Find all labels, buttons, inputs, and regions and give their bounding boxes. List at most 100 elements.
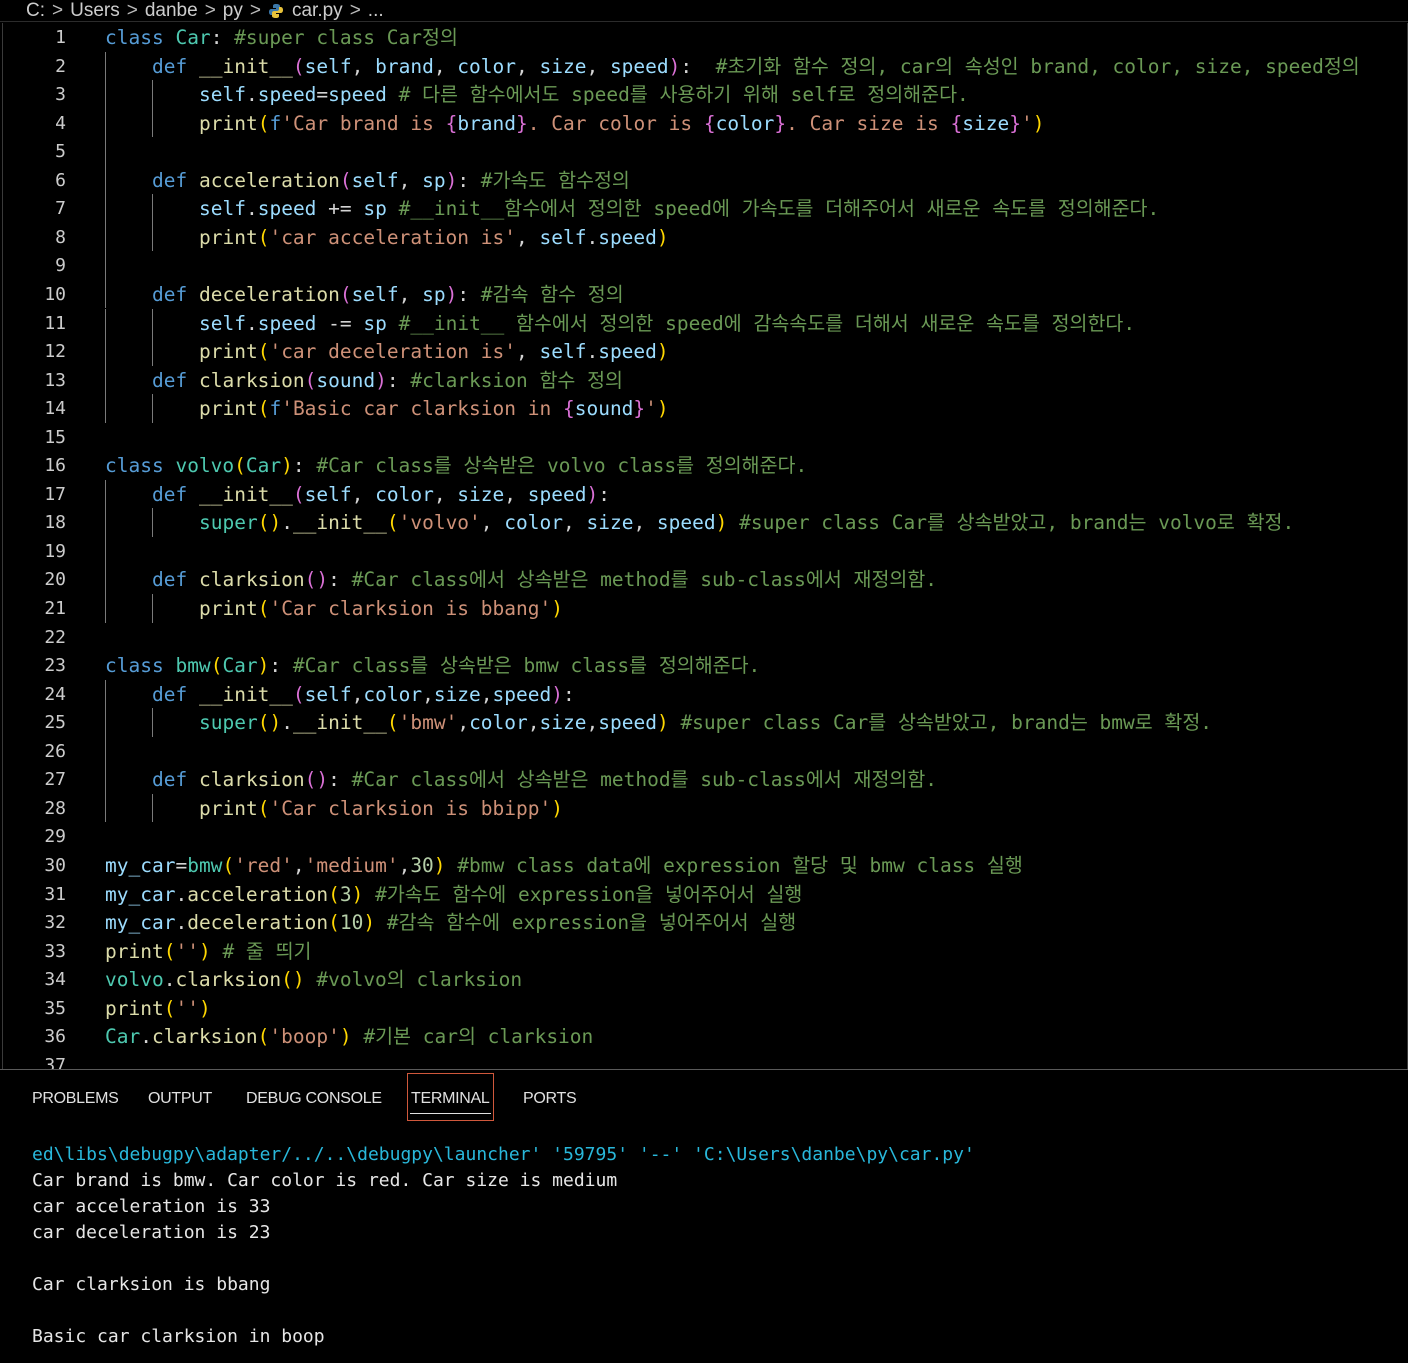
code-line[interactable]: 7 self.speed += sp #__init__함수에서 정의한 spee… — [3, 194, 1407, 223]
code-line[interactable]: 31 my_car.acceleration(3) #가속도 함수에 expres… — [3, 880, 1407, 908]
code-line[interactable]: 37 — [3, 1051, 1407, 1069]
indent-guide — [152, 194, 153, 223]
code-line[interactable]: 19 — [3, 536, 1407, 566]
code-line[interactable]: 21 print('Car clarksion is bbang') — [3, 594, 1407, 623]
tab-problems[interactable]: PROBLEMS — [32, 1088, 119, 1112]
code-line[interactable]: 5 — [3, 137, 1407, 166]
indent-guide — [105, 479, 106, 509]
indent-guide — [152, 308, 153, 338]
code-text: my_car.deceleration(10) #감속 함수에 expressi… — [105, 911, 797, 935]
code-line[interactable]: 14 print(f'Basic car clarksion in {sound}… — [3, 394, 1407, 423]
code-line[interactable]: 30 my_car=bmw('red','medium',30) #bmw cla… — [3, 851, 1407, 879]
breadcrumb-danbe[interactable]: danbe — [145, 0, 198, 22]
breadcrumb-separator: > — [349, 0, 361, 21]
indent-guide — [105, 337, 106, 366]
code-line[interactable]: 3 self.speed=speed # 다른 함수에서도 speed를 사용하기… — [3, 80, 1407, 109]
breadcrumb-users[interactable]: Users — [70, 0, 120, 22]
code-line[interactable]: 11 self.speed -= sp #__init__ 함수에서 정의한 sp… — [3, 308, 1407, 338]
line-number: 35 — [44, 997, 66, 1019]
code-line[interactable]: 13 def clarksion(sound): #clarksion 함수 정의 — [3, 365, 1407, 395]
code-line[interactable]: 27 def clarksion(): #Car class에서 상속받은 met… — [3, 765, 1407, 794]
line-number: 26 — [44, 740, 66, 762]
code-line[interactable]: 22 — [3, 623, 1407, 651]
terminal-line: Car brand is bmw. Car color is red. Car … — [32, 1170, 618, 1191]
code-line[interactable]: 26 — [3, 736, 1407, 766]
code-text: def __init__(self, color, size, speed): — [152, 482, 610, 506]
breadcrumb-separator: > — [126, 0, 138, 21]
code-text: def deceleration(self, sp): #감속 함수 정의 — [152, 282, 624, 306]
code-line[interactable]: 33 print('') # 줄 띄기 — [3, 937, 1407, 965]
line-number: 3 — [55, 84, 66, 106]
code-line[interactable]: 34 volvo.clarksion() #volvo의 clarksion — [3, 965, 1407, 993]
code-line[interactable]: 6 def acceleration(self, sp): #가속도 함수정의 — [3, 165, 1407, 195]
tab-debug-console[interactable]: DEBUG CONSOLE — [246, 1088, 382, 1112]
code-line[interactable]: 35 print('') — [3, 994, 1407, 1022]
code-line[interactable]: 2 def __init__(self, brand, color, size, … — [3, 51, 1407, 81]
line-number: 7 — [55, 198, 66, 220]
tab-ports[interactable]: PORTS — [523, 1088, 577, 1112]
terminal-line: Basic car clarksion in boop — [32, 1326, 325, 1347]
code-line[interactable]: 8 print('car acceleration is', self.speed… — [3, 222, 1407, 252]
code-line[interactable]: 18 super().__init__('volvo', color, size,… — [3, 508, 1407, 537]
code-line[interactable]: 20 def clarksion(): #Car class에서 상속받은 met… — [3, 565, 1407, 594]
code-line[interactable]: 36 Car.clarksion('boop') #기본 car의 clarksi… — [3, 1022, 1407, 1050]
breadcrumb-more[interactable]: ... — [368, 0, 384, 22]
code-line[interactable]: 12 print('car deceleration is', self.spee… — [3, 337, 1407, 366]
code-editor[interactable]: 1 class Car: #super class Car정의 2 def __ini… — [2, 23, 1408, 1069]
indent-guide — [105, 365, 106, 395]
line-number: 20 — [44, 569, 66, 591]
code-line[interactable]: 25 super().__init__('bmw',color,size,spee… — [3, 708, 1407, 737]
code-line[interactable]: 29 — [3, 822, 1407, 850]
indent-guide — [105, 565, 106, 594]
line-number: 11 — [44, 312, 66, 334]
code-line[interactable]: 15 — [3, 423, 1407, 451]
tab-terminal[interactable]: TERMINAL — [407, 1073, 494, 1121]
code-line[interactable]: 16 class volvo(Car): #Car class를 상속받은 vol… — [3, 451, 1407, 479]
code-text: def clarksion(): #Car class에서 상속받은 metho… — [152, 568, 938, 592]
code-line[interactable]: 32 my_car.deceleration(10) #감속 함수에 expres… — [3, 908, 1407, 936]
indent-guide — [152, 80, 153, 109]
breadcrumb-drive[interactable]: C: — [26, 0, 45, 22]
code-text: print('') — [105, 996, 211, 1020]
code-line[interactable]: 17 def __init__(self, color, size, speed)… — [3, 479, 1407, 509]
indent-guide — [152, 108, 153, 138]
code-line[interactable]: 23 class bmw(Car): #Car class를 상속받은 bmw c… — [3, 651, 1407, 679]
line-number: 8 — [55, 226, 66, 248]
code-line[interactable]: 10 def deceleration(self, sp): #감속 함수 정의 — [3, 279, 1407, 309]
indent-guide — [152, 337, 153, 366]
code-line[interactable]: 1 class Car: #super class Car정의 — [3, 23, 1407, 51]
line-number: 13 — [44, 369, 66, 391]
code-text: print('') # 줄 띄기 — [105, 939, 312, 963]
tab-output[interactable]: OUTPUT — [148, 1088, 212, 1112]
line-number: 25 — [44, 712, 66, 734]
code-line[interactable]: 28 print('Car clarksion is bbipp') — [3, 793, 1407, 823]
terminal-line: car deceleration is 23 — [32, 1222, 271, 1243]
breadcrumb-separator: > — [204, 0, 216, 21]
breadcrumb-py[interactable]: py — [223, 0, 243, 22]
line-number: 30 — [44, 854, 66, 876]
code-text: my_car.acceleration(3) #가속도 함수에 expressi… — [105, 882, 803, 906]
indent-guide — [105, 279, 106, 309]
code-text: print('car deceleration is', self.speed) — [199, 340, 669, 364]
line-number: 33 — [44, 940, 66, 962]
line-number: 17 — [44, 483, 66, 505]
indent-guide — [105, 80, 106, 109]
code-text: self.speed += sp #__init__함수에서 정의한 speed… — [199, 197, 1160, 221]
breadcrumb-file[interactable]: car.py — [292, 0, 343, 22]
indent-guide — [105, 708, 106, 737]
code-line[interactable]: 9 — [3, 251, 1407, 280]
code-line[interactable]: 24 def __init__(self,color,size,speed): — [3, 679, 1407, 709]
line-number: 18 — [44, 512, 66, 534]
indent-guide — [105, 194, 106, 223]
line-number: 28 — [44, 797, 66, 819]
indent-guide — [152, 508, 153, 537]
indent-guide — [105, 308, 106, 338]
terminal-line: Car clarksion is bbang — [32, 1274, 271, 1295]
terminal-output[interactable]: ed\libs\debugpy\adapter/../..\debugpy\la… — [32, 1142, 975, 1350]
indent-guide — [105, 536, 106, 566]
indent-guide — [105, 793, 106, 823]
line-number: 21 — [44, 598, 66, 619]
indent-guide — [105, 736, 106, 766]
code-text: my_car=bmw('red','medium',30) #bmw class… — [105, 853, 1023, 877]
code-line[interactable]: 4 print(f'Car brand is {brand}. Car color… — [3, 108, 1407, 138]
